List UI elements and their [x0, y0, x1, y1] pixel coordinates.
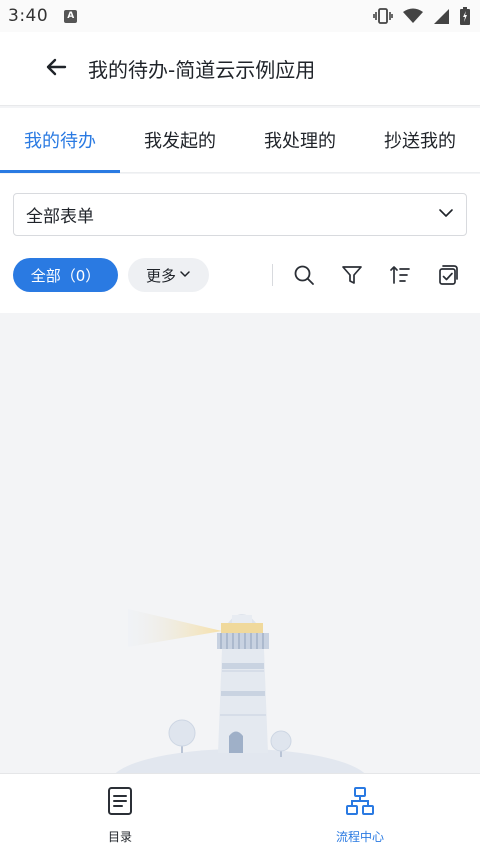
- tab-bar: 我的待办 我发起的 我处理的 抄送我的: [0, 108, 480, 173]
- status-icons: [373, 7, 470, 25]
- tab-cc-to-me[interactable]: 抄送我的: [360, 108, 480, 172]
- chevron-down-icon: [438, 205, 454, 225]
- nav-label-flow-center: 流程中心: [335, 830, 384, 844]
- search-icon[interactable]: [289, 260, 319, 290]
- filter-icon[interactable]: [337, 260, 367, 290]
- tab-my-todo[interactable]: 我的待办: [0, 108, 120, 173]
- nav-item-flow-center[interactable]: 流程中心: [240, 774, 480, 853]
- chevron-down-icon: [179, 266, 191, 284]
- tab-initiated[interactable]: 我发起的: [120, 108, 240, 172]
- nav-label-catalog: 目录: [107, 830, 132, 844]
- more-button[interactable]: 更多: [128, 258, 209, 292]
- form-select-value: 全部表单: [26, 207, 94, 227]
- back-button[interactable]: [36, 49, 76, 89]
- flow-chart-icon: [345, 786, 375, 820]
- signal-icon: [433, 8, 450, 25]
- bottom-nav: 目录 流程中心: [0, 773, 480, 853]
- app-header: 我的待办-简道云示例应用: [0, 32, 480, 106]
- nav-item-catalog[interactable]: 目录: [0, 774, 240, 853]
- status-time: 3:40: [8, 6, 49, 26]
- status-bar: 3:40 A: [0, 0, 480, 32]
- empty-state-area: [0, 313, 480, 773]
- all-count-button[interactable]: 全部（0）: [13, 258, 118, 292]
- battery-icon: [460, 7, 470, 25]
- toolbar: 全部（0） 更多: [0, 258, 480, 292]
- lighthouse-illustration: [115, 609, 365, 773]
- more-label: 更多: [145, 266, 176, 285]
- toolbar-divider: [272, 264, 273, 286]
- vibrate-icon: [373, 7, 393, 25]
- batch-check-icon[interactable]: [433, 260, 463, 290]
- filter-area: 全部表单 全部（0） 更多: [0, 174, 480, 313]
- sort-icon[interactable]: [385, 260, 415, 290]
- wifi-icon: [403, 8, 423, 24]
- app-a-icon: A: [64, 9, 78, 23]
- arrow-left-icon: [44, 55, 68, 83]
- form-select-dropdown[interactable]: 全部表单: [13, 193, 467, 236]
- document-list-icon: [107, 786, 133, 820]
- page-title: 我的待办-简道云示例应用: [88, 58, 316, 82]
- tab-handled[interactable]: 我处理的: [240, 108, 360, 172]
